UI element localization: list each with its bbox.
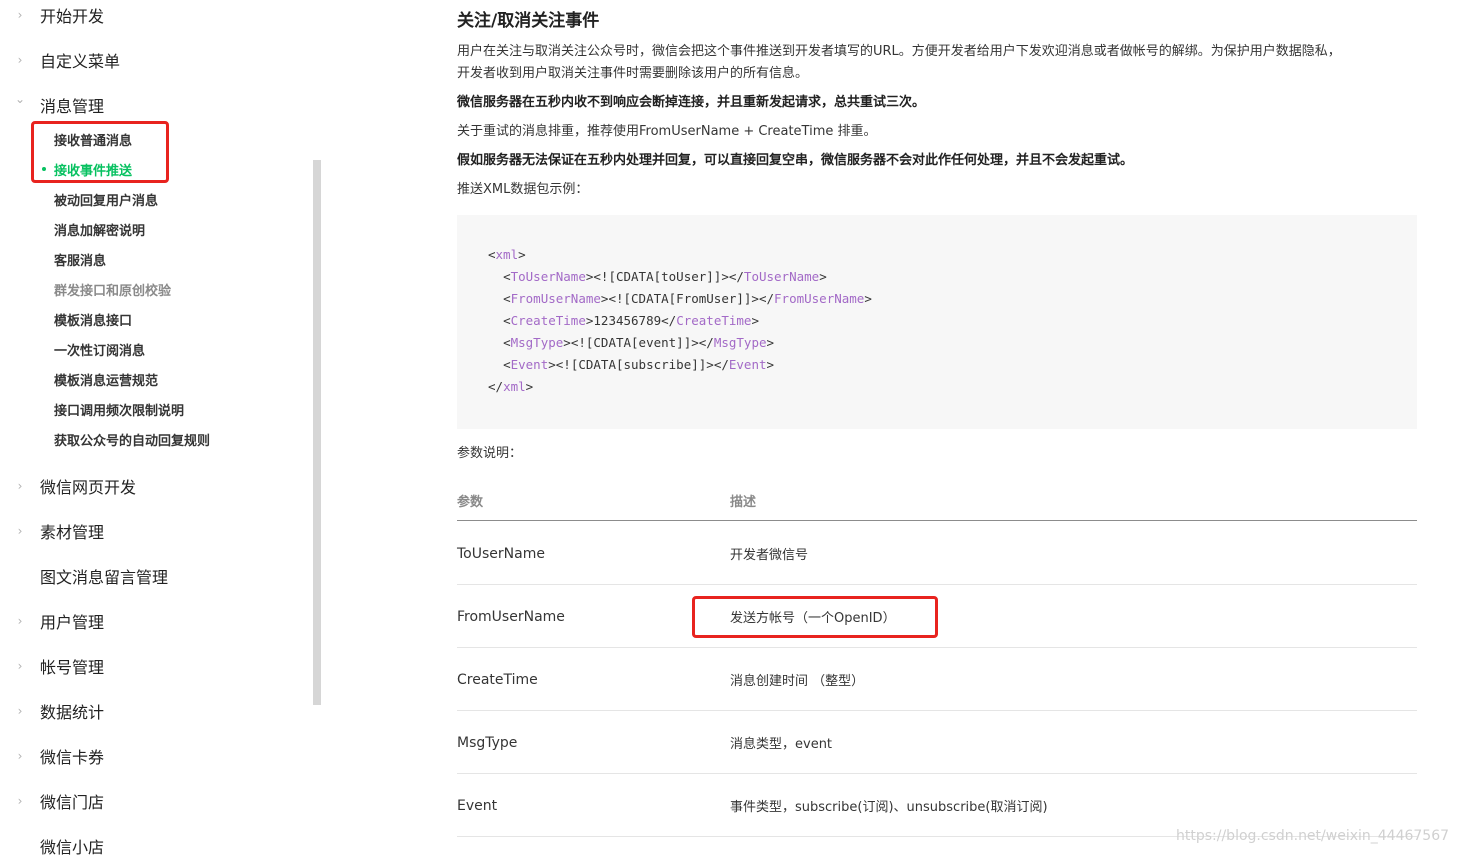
column-header-param: 参数 [457,495,484,510]
intro-line-1: 用户在关注与取消关注公众号时，微信会把这个事件推送到开发者填写的URL。方便开发… [457,44,1341,59]
sidebar-item-label: 数据统计 [40,703,105,722]
chevron-right-icon: › [17,794,23,808]
table-header: 参数 描述 [457,488,1417,521]
sidebar-item-label: 图文消息留言管理 [40,568,169,587]
chevron-right-icon: › [17,524,23,538]
chevron-right-icon: › [17,704,23,718]
sidebar-item-label: 微信门店 [40,793,105,812]
param-name: ToUserName [457,545,545,562]
chevron-down-icon: ⌄ [14,92,26,106]
chevron-right-icon: › [17,479,23,493]
sidebar-item-label: 素材管理 [40,523,105,542]
watermark: https://blog.csdn.net/weixin_44467567 [1176,828,1450,844]
table-row: ToUserName 开发者微信号 [457,522,1417,585]
sidebar-subitem-label: 被动回复用户消息 [54,193,159,209]
empty-reply-note: 假如服务器无法保证在五秒内处理并回复，可以直接回复空串，微信服务器不会对此作任何… [457,153,1134,168]
chevron-right-icon: › [17,53,23,67]
param-name: Event [457,797,498,814]
sidebar-item-label: 开始开发 [40,7,105,26]
page-title: 关注/取消关注事件 [457,11,600,31]
params-label: 参数说明： [457,446,523,461]
xml-code: <xml> <ToUserName><![CDATA[toUser]]></To… [488,244,872,398]
chevron-right-icon: › [17,659,23,673]
param-name: MsgType [457,734,518,751]
sidebar-subitem-label: 模板消息运营规范 [54,373,159,389]
intro-line-2: 开发者收到用户取消关注事件时需要删除该用户的所有信息。 [457,66,809,81]
sidebar-subitem-label: 一次性订阅消息 [54,343,146,359]
code-line: <FromUserName><![CDATA[FromUser]]></From… [503,291,872,306]
code-line: <CreateTime>123456789</CreateTime> [503,313,759,328]
timeout-note: 微信服务器在五秒内收不到响应会断掉连接，并且重新发起请求，总共重试三次。 [457,95,926,110]
xml-example-label: 推送XML数据包示例： [457,182,589,197]
sidebar-item-label: 消息管理 [40,97,105,116]
sidebar-subitem-label: 接口调用频次限制说明 [54,403,185,419]
code-line: <Event><![CDATA[subscribe]]></Event> [503,357,775,372]
sidebar-subitem-label: 接收事件推送 [54,163,133,179]
param-name: CreateTime [457,671,538,688]
table-row: CreateTime 消息创建时间 （整型） [457,648,1417,711]
retry-note: 关于重试的消息排重，推荐使用FromUserName + CreateTime … [457,124,877,139]
sidebar-subitem-label: 群发接口和原创校验 [54,283,172,299]
param-description: 消息类型，event [730,737,833,752]
sidebar-item-label: 自定义菜单 [40,52,121,71]
sidebar-subitem-label: 获取公众号的自动回复规则 [54,433,211,449]
sidebar-subitem-label: 客服消息 [54,253,107,269]
sidebar-item-label: 帐号管理 [40,658,105,677]
sidebar: › 开始开发 › 自定义菜单 ⌄ 消息管理接收普通消息 接收事件推送被动回复用户消息 消息加解… [0,0,312,855]
sidebar-item-label: 微信卡券 [40,748,105,767]
code-line: </xml> [488,379,534,394]
sidebar-scrollbar[interactable] [313,160,321,705]
sidebar-subitem-label: 接收普通消息 [54,133,133,149]
param-description: 发送方帐号（一个OpenID） [730,611,896,626]
param-description: 开发者微信号 [730,548,809,563]
chevron-right-icon: › [17,614,23,628]
sidebar-subitem-label: 消息加解密说明 [54,223,146,239]
chevron-right-icon: › [17,749,23,763]
code-line: <MsgType><![CDATA[event]]></MsgType> [503,335,775,350]
chevron-right-icon: › [17,8,23,22]
param-description: 事件类型，subscribe(订阅)、unsubscribe(取消订阅) [730,800,1048,815]
code-line: <ToUserName><![CDATA[toUser]]></ToUserNa… [503,269,827,284]
param-name: FromUserName [457,608,565,625]
param-description: 消息创建时间 （整型） [730,674,865,689]
active-dot-icon [42,167,46,171]
table-row: MsgType 消息类型，event [457,711,1417,774]
table-row: FromUserName 发送方帐号（一个OpenID） [457,585,1417,648]
sidebar-subitem-label: 模板消息接口 [54,313,133,329]
column-header-desc: 描述 [730,495,757,510]
sidebar-item-label: 微信小店 [40,838,105,855]
sidebar-item-label: 用户管理 [40,613,105,632]
code-line: <xml> [488,247,526,262]
sidebar-item-label: 微信网页开发 [40,478,137,497]
